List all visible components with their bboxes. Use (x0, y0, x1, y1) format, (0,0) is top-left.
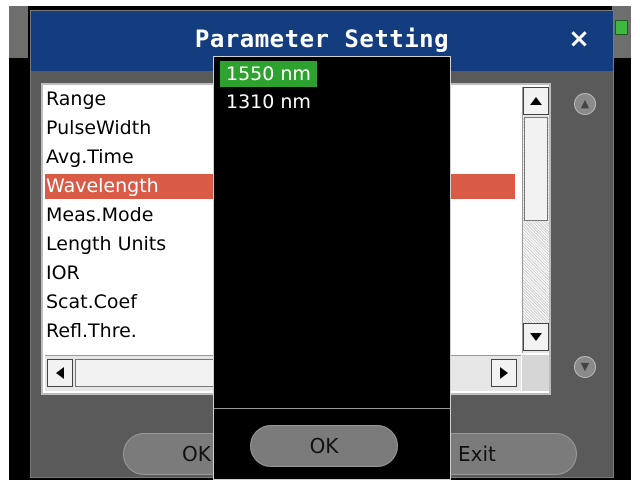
wavelength-dropdown-popup: 1550 nm 1310 nm OK (213, 56, 451, 480)
horizontal-scroll-thumb[interactable] (75, 359, 225, 387)
scroll-left-button[interactable] (47, 359, 73, 387)
triangle-down-icon (530, 333, 542, 341)
device-screen: Parameter Setting × Range PulseWidth Avg.T… (9, 6, 631, 480)
parameter-label: Length Units (46, 233, 167, 255)
background-tab-left (9, 6, 28, 58)
parameter-label: Range (46, 88, 107, 110)
wavelength-options-list[interactable]: 1550 nm 1310 nm (214, 57, 450, 409)
triangle-right-icon (500, 367, 508, 379)
page-up-button[interactable]: ▲ (574, 93, 596, 115)
page-down-button[interactable]: ▼ (574, 356, 596, 378)
vertical-scrollbar[interactable] (522, 87, 549, 353)
background-tab-right (612, 6, 631, 58)
wavelength-option[interactable]: 1310 nm (220, 89, 317, 115)
battery-indicator-icon (615, 20, 628, 35)
parameter-label: Refl.Thre. (46, 320, 137, 342)
wavelength-option[interactable]: 1550 nm (220, 61, 317, 87)
triangle-up-icon (530, 97, 542, 105)
scroll-down-button[interactable] (523, 323, 549, 351)
close-icon[interactable]: × (565, 25, 593, 53)
scrollbar-corner (522, 355, 549, 391)
triangle-left-icon (56, 367, 64, 379)
vertical-scroll-thumb[interactable] (524, 117, 548, 221)
parameter-label: Avg.Time (46, 146, 134, 168)
parameter-label: Scat.Coef (46, 291, 137, 313)
parameter-label: Wavelength (46, 175, 159, 197)
parameter-label: PulseWidth (46, 117, 152, 139)
scroll-up-button[interactable] (523, 87, 549, 115)
dialog-title: Parameter Setting (194, 25, 450, 53)
scroll-right-button[interactable] (491, 359, 517, 387)
parameter-label: IOR (46, 262, 80, 284)
circle-up-icon: ▲ (580, 97, 590, 110)
popup-ok-button[interactable]: OK (250, 425, 398, 467)
parameter-label: Meas.Mode (46, 204, 154, 226)
circle-down-icon: ▼ (580, 360, 590, 373)
